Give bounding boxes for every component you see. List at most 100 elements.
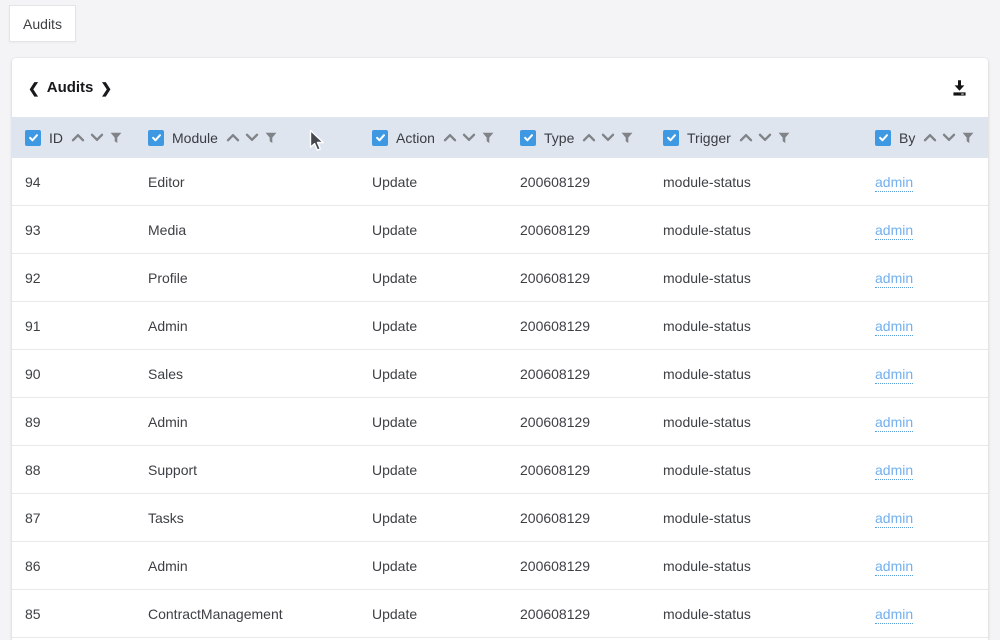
- cell-action: Update: [372, 510, 520, 526]
- column-checkbox[interactable]: [25, 130, 41, 146]
- by-link[interactable]: admin: [875, 510, 913, 528]
- cell-type: 200608129: [520, 366, 663, 382]
- cell-id: 88: [12, 462, 148, 478]
- cell-by: admin: [875, 222, 988, 238]
- table-body: 94 Editor Update 200608129 module-status…: [12, 158, 988, 638]
- filter-button[interactable]: [265, 132, 277, 144]
- cell-trigger: module-status: [663, 510, 875, 526]
- cell-module: Admin: [148, 558, 372, 574]
- chevron-up-icon: [923, 133, 937, 142]
- check-icon: [878, 132, 889, 143]
- cell-module: Admin: [148, 318, 372, 334]
- cell-trigger: module-status: [663, 174, 875, 190]
- by-link[interactable]: admin: [875, 318, 913, 336]
- cell-type: 200608129: [520, 414, 663, 430]
- cell-id: 92: [12, 270, 148, 286]
- column-label: Type: [544, 130, 574, 146]
- by-link[interactable]: admin: [875, 606, 913, 624]
- column-label: Trigger: [687, 130, 731, 146]
- cell-action: Update: [372, 318, 520, 334]
- chevron-down-icon: [942, 133, 956, 142]
- filter-button[interactable]: [621, 132, 633, 144]
- table-row: 88 Support Update 200608129 module-statu…: [12, 446, 988, 494]
- table-row: 92 Profile Update 200608129 module-statu…: [12, 254, 988, 302]
- cell-trigger: module-status: [663, 414, 875, 430]
- cell-type: 200608129: [520, 558, 663, 574]
- chevron-left-icon[interactable]: ❮: [28, 81, 40, 95]
- chevron-down-icon: [758, 133, 772, 142]
- column-header-id: ID: [12, 130, 148, 146]
- sort-descending-button[interactable]: [245, 133, 259, 142]
- cell-trigger: module-status: [663, 318, 875, 334]
- filter-icon: [482, 132, 494, 144]
- column-header-module: Module: [148, 130, 372, 146]
- cell-module: ContractManagement: [148, 606, 372, 622]
- cell-id: 90: [12, 366, 148, 382]
- cell-type: 200608129: [520, 222, 663, 238]
- card-header: ❮ Audits ❯: [12, 58, 988, 117]
- sort-ascending-button[interactable]: [582, 133, 596, 142]
- check-icon: [375, 132, 386, 143]
- cell-type: 200608129: [520, 270, 663, 286]
- filter-button[interactable]: [482, 132, 494, 144]
- chevron-down-icon: [601, 133, 615, 142]
- cell-action: Update: [372, 462, 520, 478]
- column-checkbox[interactable]: [520, 130, 536, 146]
- cell-module: Editor: [148, 174, 372, 190]
- download-button[interactable]: [949, 77, 970, 98]
- download-icon: [951, 79, 968, 96]
- by-link[interactable]: admin: [875, 414, 913, 432]
- tab-audits[interactable]: Audits: [9, 5, 76, 42]
- by-link[interactable]: admin: [875, 462, 913, 480]
- cell-by: admin: [875, 606, 988, 622]
- column-label: ID: [49, 130, 63, 146]
- column-checkbox[interactable]: [148, 130, 164, 146]
- by-link[interactable]: admin: [875, 270, 913, 288]
- sort-descending-button[interactable]: [758, 133, 772, 142]
- cell-module: Tasks: [148, 510, 372, 526]
- cell-id: 91: [12, 318, 148, 334]
- column-checkbox[interactable]: [663, 130, 679, 146]
- filter-button[interactable]: [778, 132, 790, 144]
- by-link[interactable]: admin: [875, 174, 913, 192]
- table-header-row: ID Module: [12, 117, 988, 158]
- cell-trigger: module-status: [663, 606, 875, 622]
- cell-trigger: module-status: [663, 558, 875, 574]
- sort-ascending-button[interactable]: [226, 133, 240, 142]
- sort-ascending-button[interactable]: [923, 133, 937, 142]
- cell-by: admin: [875, 366, 988, 382]
- table-row: 87 Tasks Update 200608129 module-status …: [12, 494, 988, 542]
- filter-icon: [621, 132, 633, 144]
- filter-button[interactable]: [962, 132, 974, 144]
- filter-icon: [962, 132, 974, 144]
- table-row: 91 Admin Update 200608129 module-status …: [12, 302, 988, 350]
- chevron-up-icon: [226, 133, 240, 142]
- sort-descending-button[interactable]: [601, 133, 615, 142]
- column-checkbox[interactable]: [372, 130, 388, 146]
- table-row: 89 Admin Update 200608129 module-status …: [12, 398, 988, 446]
- cell-id: 93: [12, 222, 148, 238]
- cell-type: 200608129: [520, 462, 663, 478]
- sort-descending-button[interactable]: [942, 133, 956, 142]
- cell-by: admin: [875, 318, 988, 334]
- by-link[interactable]: admin: [875, 366, 913, 384]
- chevron-down-icon: [90, 133, 104, 142]
- cell-module: Support: [148, 462, 372, 478]
- sort-descending-button[interactable]: [462, 133, 476, 142]
- tab-audits-label: Audits: [23, 16, 62, 32]
- cell-module: Admin: [148, 414, 372, 430]
- chevron-right-icon[interactable]: ❯: [100, 81, 112, 95]
- table-row: 86 Admin Update 200608129 module-status …: [12, 542, 988, 590]
- by-link[interactable]: admin: [875, 222, 913, 240]
- cell-trigger: module-status: [663, 222, 875, 238]
- column-header-by: By: [875, 130, 988, 146]
- by-link[interactable]: admin: [875, 558, 913, 576]
- sort-ascending-button[interactable]: [71, 133, 85, 142]
- cell-action: Update: [372, 222, 520, 238]
- filter-button[interactable]: [110, 132, 122, 144]
- sort-descending-button[interactable]: [90, 133, 104, 142]
- column-checkbox[interactable]: [875, 130, 891, 146]
- sort-ascending-button[interactable]: [443, 133, 457, 142]
- sort-ascending-button[interactable]: [739, 133, 753, 142]
- chevron-up-icon: [739, 133, 753, 142]
